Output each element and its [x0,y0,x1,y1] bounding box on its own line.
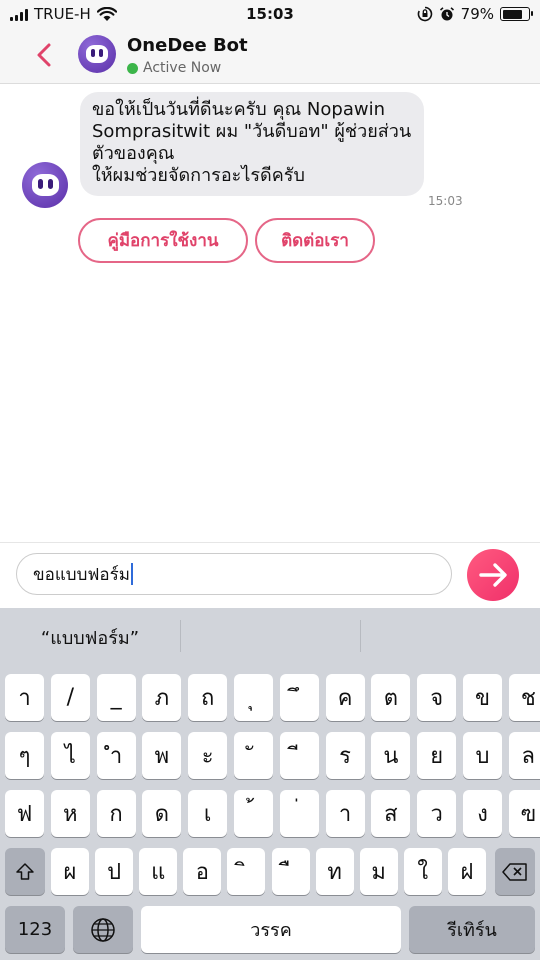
key-row2-1[interactable]: ๆ [5,732,44,779]
key-row1-8[interactable]: ค [325,674,365,721]
key-row4-2[interactable]: ป [95,848,134,895]
backspace-icon [502,862,527,881]
send-button[interactable] [467,549,519,601]
shift-icon [16,862,34,880]
key-row2-6[interactable]: ั [234,732,273,779]
chevron-left-icon[interactable] [30,40,60,70]
key-row3-9[interactable]: ส [371,790,411,837]
key-row1-9[interactable]: ต [371,674,411,721]
key-row4-10[interactable]: ฝ [447,848,486,895]
key-row3-10[interactable]: ว [417,790,457,837]
key-row1-6[interactable]: ุ [234,674,273,721]
key-row3-2[interactable]: ห [50,790,90,837]
suggestion-3[interactable] [360,608,540,666]
key-row4-5[interactable]: ิ [227,848,266,895]
battery-icon [500,7,533,21]
key-row2-8[interactable]: ร [325,732,365,779]
key-row3-8[interactable]: า [325,790,365,837]
key-row1-3[interactable]: _ [96,674,136,721]
key-row4-8[interactable]: ม [359,848,398,895]
message-avatar [22,162,68,208]
key-row2-2[interactable]: ไ [50,732,90,779]
suggestion-bar: “แบบฟอร์ม” [0,608,540,666]
chat-title: OneDee Bot [127,35,248,56]
message-bubble: ขอให้เป็นวันที่ดีนะครับ คุณ Nopawin Somp… [80,92,424,196]
key-row4-9[interactable]: ใ [403,848,442,895]
text-caret [130,563,133,585]
key-row3-3[interactable]: ก [96,790,136,837]
key-row3-5[interactable]: เ [188,790,228,837]
key-row1-4[interactable]: ภ [142,674,182,721]
key-row3-1[interactable]: ฟ [5,790,44,837]
message-time: 15:03 [428,194,463,208]
online-dot-icon [127,62,138,74]
backspace-key[interactable] [495,848,535,895]
bot-avatar[interactable] [78,35,116,73]
status-bar: TRUE-H 15:03 79% [0,0,540,30]
key-row1-10[interactable]: จ [417,674,457,721]
key-row2-3[interactable]: ำ [96,732,136,779]
battery-percent: 79% [460,5,494,23]
key-row2-5[interactable]: ะ [188,732,228,779]
message-composer: ขอแบบฟอร์ม [0,542,540,608]
return-key[interactable]: รีเทิร์น [409,906,535,953]
globe-icon [91,917,115,942]
key-row3-7[interactable]: ่ [279,790,319,837]
quick-reply-contact-button[interactable]: ติดต่อเรา [255,218,375,263]
key-row1-2[interactable]: / [50,674,90,721]
presence-label: Active Now [143,60,222,76]
key-row3-4[interactable]: ด [142,790,182,837]
message-input[interactable]: ขอแบบฟอร์ม [16,553,452,595]
key-row2-12[interactable]: ล [508,732,540,779]
key-row4-4[interactable]: อ [183,848,222,895]
key-row1-11[interactable]: ข [463,674,502,721]
key-row3-11[interactable]: ง [463,790,502,837]
orientation-lock-icon [417,6,432,22]
quick-reply-manual-button[interactable]: คู่มือการใช้งาน [78,218,248,263]
key-row4-3[interactable]: แ [139,848,178,895]
key-row4-7[interactable]: ท [315,848,354,895]
key-row3-6[interactable]: ้ [234,790,273,837]
key-row4-6[interactable]: ื [271,848,310,895]
key-row1-5[interactable]: ถ [188,674,228,721]
key-row1-1[interactable]: า [5,674,44,721]
chat-header: OneDee Bot Active Now [0,30,540,84]
globe-key[interactable] [73,906,133,953]
key-row2-4[interactable]: พ [142,732,182,779]
key-row2-11[interactable]: บ [463,732,502,779]
suggestion-1[interactable]: “แบบฟอร์ม” [0,608,180,666]
key-row1-7[interactable]: ึ [279,674,319,721]
numbers-key[interactable]: 123 [5,906,65,953]
keyboard: “แบบฟอร์ม” า/_ภถุึคตจขชๆไำพะัีรนยบลฟหกดเ… [0,608,540,960]
key-row2-7[interactable]: ี [279,732,319,779]
message-input-text: ขอแบบฟอร์ม [33,564,130,585]
shift-key[interactable] [5,848,45,895]
presence-status: Active Now [127,60,221,76]
space-key[interactable]: วรรค [141,906,401,953]
key-row3-12[interactable]: ฃ [508,790,540,837]
key-row2-9[interactable]: น [371,732,411,779]
key-row1-12[interactable]: ช [508,674,540,721]
key-row4-1[interactable]: ผ [51,848,89,895]
key-row2-10[interactable]: ย [417,732,457,779]
suggestion-2[interactable] [180,608,360,666]
arrow-right-icon [479,563,507,587]
alarm-icon [439,7,454,21]
